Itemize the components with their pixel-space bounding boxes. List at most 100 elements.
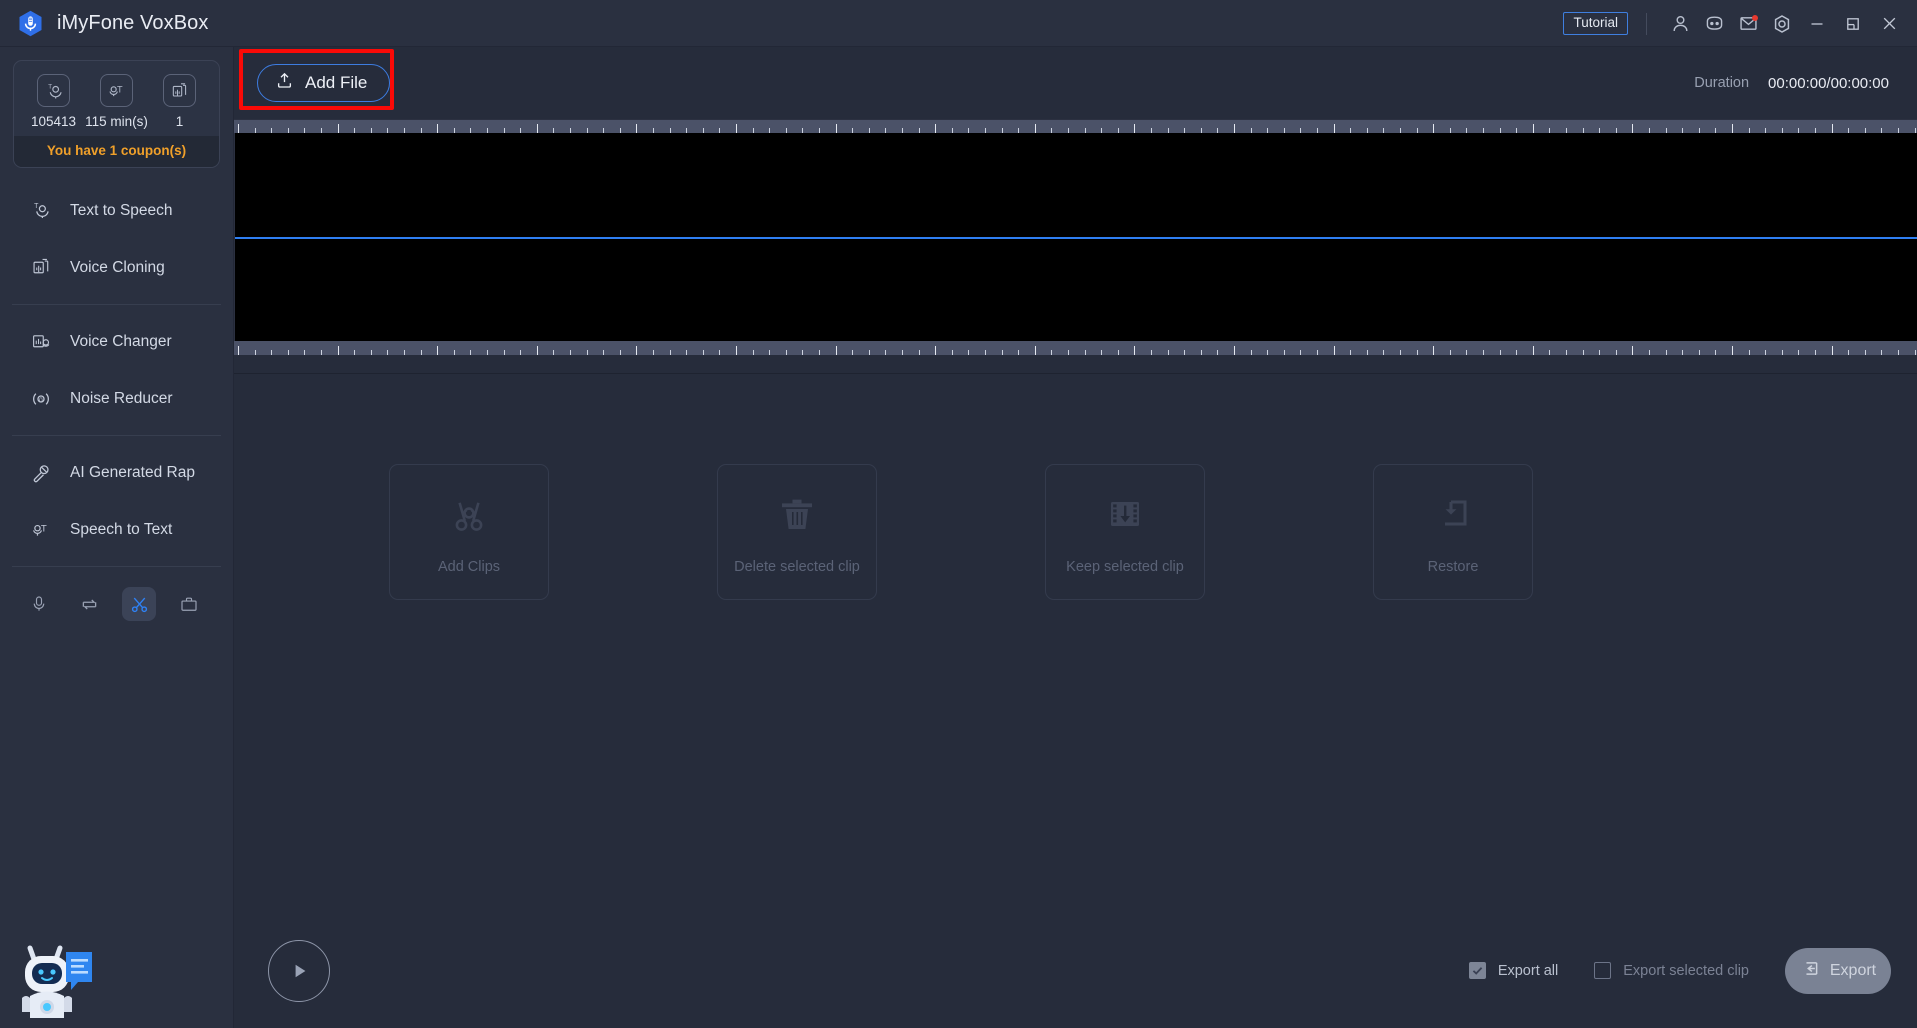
ruler-tick <box>287 350 289 355</box>
play-button[interactable] <box>268 939 330 1002</box>
svg-text:T: T <box>117 84 123 94</box>
waveform-panel[interactable] <box>234 119 1917 355</box>
discord-icon[interactable] <box>1697 7 1731 41</box>
ruler-tick <box>1848 350 1850 355</box>
account-icon[interactable] <box>1663 7 1697 41</box>
voice-changer-icon <box>29 331 53 352</box>
maximize-button[interactable] <box>1835 0 1871 47</box>
noise-reducer-icon: 0 <box>29 388 53 410</box>
ruler-tick <box>1682 350 1684 355</box>
ruler-tick <box>1914 350 1916 355</box>
ruler-tick <box>1051 350 1053 355</box>
sidebar-item-noise-reducer[interactable]: 0 Noise Reducer <box>0 370 233 427</box>
export-all-checkbox[interactable]: Export all <box>1468 962 1559 979</box>
ruler-tick <box>1449 350 1451 355</box>
keep-selected-clip-button[interactable]: Keep selected clip <box>1045 464 1205 600</box>
converter-icon[interactable] <box>72 587 106 621</box>
close-button[interactable] <box>1871 0 1907 47</box>
ruler-tick <box>1698 350 1700 355</box>
delete-selected-clip-button[interactable]: Delete selected clip <box>717 464 877 600</box>
sidebar-item-ai-generated-rap[interactable]: AI Generated Rap <box>0 444 233 501</box>
sidebar: T 105413 T 115 min(s) 1 You have 1 coupo… <box>0 47 234 1028</box>
ruler-tick <box>254 350 256 355</box>
ruler-tick <box>769 350 771 355</box>
ruler-tick <box>1831 346 1833 355</box>
sidebar-item-label: AI Generated Rap <box>70 463 195 481</box>
duration-label: Duration <box>1694 75 1750 91</box>
sidebar-item-text-to-speech[interactable]: T Text to Speech <box>0 182 233 239</box>
mail-icon[interactable] <box>1731 7 1765 41</box>
ruler-tick <box>437 124 439 133</box>
ruler-tick <box>470 350 472 355</box>
export-selected-label: Export selected clip <box>1623 962 1749 979</box>
ruler-tick <box>553 350 555 355</box>
ruler-tick <box>453 350 455 355</box>
tutorial-button[interactable]: Tutorial <box>1563 11 1628 36</box>
coupon-banner[interactable]: You have 1 coupon(s) <box>14 136 219 167</box>
ai-rap-icon <box>29 462 53 484</box>
credit-voice-cloning[interactable]: 1 <box>149 74 211 129</box>
ruler-tick <box>1532 346 1534 355</box>
export-all-label: Export all <box>1497 962 1559 979</box>
timeline-ruler-top[interactable] <box>234 119 1917 133</box>
main-area: Add File Duration 00:00:00/00:00:00 Add … <box>234 47 1917 1028</box>
checkbox-box <box>1594 962 1612 979</box>
ruler-tick <box>1018 350 1020 355</box>
ruler-tick <box>1665 350 1667 355</box>
ruler-tick <box>1615 350 1617 355</box>
credit-speech-to-text[interactable]: T 115 min(s) <box>85 74 148 129</box>
ruler-tick <box>1798 350 1800 355</box>
restore-button[interactable]: Restore <box>1373 464 1533 600</box>
clip-action-label: Delete selected clip <box>734 558 860 575</box>
toolbox-icon[interactable] <box>172 587 206 621</box>
ruler-tick <box>1516 350 1518 355</box>
ruler-tick <box>902 350 903 355</box>
timeline-ruler-bottom[interactable] <box>234 341 1917 355</box>
add-file-button[interactable]: Add File <box>257 64 391 102</box>
ruler-tick <box>1831 124 1833 133</box>
ruler-tick <box>238 346 239 355</box>
minimize-button[interactable] <box>1799 0 1835 47</box>
app-body: T 105413 T 115 min(s) 1 You have 1 coupo… <box>0 47 1917 1028</box>
ruler-tick <box>1234 124 1235 133</box>
export-selected-clip-checkbox[interactable]: Export selected clip <box>1594 962 1749 979</box>
cutter-scissors-icon[interactable] <box>122 587 156 621</box>
export-button[interactable]: Export <box>1785 947 1891 994</box>
clip-action-label: Add Clips <box>437 558 501 575</box>
speech-to-text-icon: T <box>29 519 53 540</box>
voice-cloning-icon <box>29 257 53 278</box>
chatbot-assistant-icon[interactable] <box>8 928 94 1020</box>
ruler-tick <box>238 124 239 133</box>
ruler-tick <box>586 350 588 355</box>
ruler-tick <box>536 124 538 133</box>
sidebar-item-voice-changer[interactable]: Voice Changer <box>0 313 233 370</box>
ruler-tick <box>985 350 986 355</box>
ruler-tick <box>1068 350 1069 355</box>
ruler-tick <box>1034 346 1036 355</box>
ruler-tick <box>1532 124 1534 133</box>
ruler-tick <box>1499 350 1501 355</box>
ruler-tick <box>1034 124 1036 133</box>
sidebar-item-voice-cloning[interactable]: Voice Cloning <box>0 239 233 296</box>
ruler-tick <box>935 346 937 355</box>
ruler-tick <box>321 350 322 355</box>
sidebar-item-speech-to-text[interactable]: T Speech to Text <box>0 501 233 558</box>
ruler-tick <box>520 350 522 355</box>
waveform-scroll-strip[interactable] <box>234 355 1917 374</box>
ruler-tick <box>420 350 422 355</box>
recorder-icon[interactable] <box>22 587 56 621</box>
waveform-canvas[interactable] <box>234 133 1917 341</box>
ruler-tick <box>1250 350 1252 355</box>
add-clips-button[interactable]: Add Clips <box>389 464 549 600</box>
ruler-tick <box>1001 350 1003 355</box>
ruler-tick <box>669 350 671 355</box>
credit-text-to-speech[interactable]: T 105413 <box>23 74 85 129</box>
ruler-tick <box>852 350 854 355</box>
ruler-tick <box>636 124 638 133</box>
ruler-tick <box>1151 350 1152 355</box>
ruler-tick <box>918 350 920 355</box>
ruler-tick <box>653 350 654 355</box>
checkbox-box <box>1468 962 1486 979</box>
settings-icon[interactable] <box>1765 7 1799 41</box>
ruler-tick <box>802 350 804 355</box>
